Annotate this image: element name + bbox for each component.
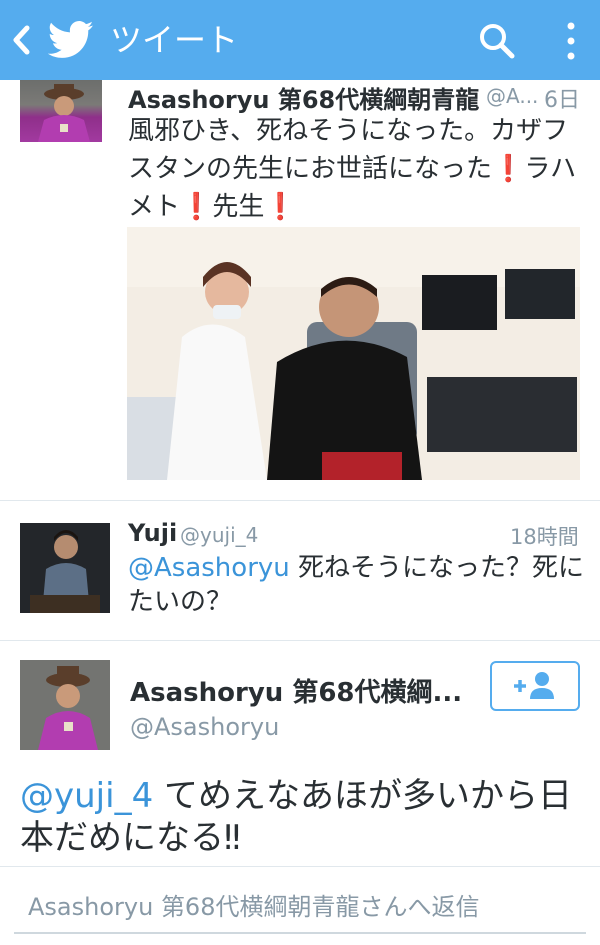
tweet-text: @yuji_4 てめえなあほが多いから日本だめになる‼ — [20, 775, 590, 859]
search-icon[interactable] — [478, 22, 516, 60]
chevron-left-icon[interactable] — [10, 22, 32, 58]
avatar[interactable] — [20, 523, 110, 613]
reply-bar — [14, 884, 586, 934]
tweet-text: @Asashoryu 死ねそうになった？死にたいの？ — [128, 551, 588, 619]
avatar[interactable] — [20, 660, 110, 750]
reply-input[interactable] — [14, 884, 586, 930]
avatar[interactable] — [20, 80, 102, 142]
avatar-image — [38, 84, 90, 142]
tweet-photo[interactable] — [127, 227, 580, 480]
more-vertical-icon[interactable] — [560, 20, 582, 62]
mention-link[interactable]: @Asashoryu — [128, 553, 290, 583]
avatar-image — [20, 660, 110, 750]
tweet-timestamp: 6日 — [544, 88, 580, 113]
top-app-bar: ツイート — [0, 0, 600, 80]
divider — [0, 500, 600, 501]
tweet-author-handle[interactable]: @yuji_4 — [180, 523, 258, 547]
exclamation-emoji: ❗ — [264, 192, 297, 222]
exclamation-emoji: ❗ — [492, 154, 525, 184]
divider — [0, 640, 600, 641]
photo-image — [127, 227, 580, 480]
tweet-author-name[interactable]: Yuji — [128, 519, 177, 547]
follow-button[interactable] — [490, 661, 580, 711]
exclamation-emoji: ❗ — [180, 192, 213, 222]
tweet-author-handle[interactable]: @A... — [486, 84, 538, 108]
tweet-text-part: 先生 — [212, 192, 265, 222]
divider — [0, 866, 600, 867]
avatar-image — [20, 523, 110, 613]
add-user-icon — [514, 672, 554, 699]
tweet-timestamp: 18時間 — [510, 525, 579, 549]
mention-link[interactable]: @yuji_4 — [20, 776, 153, 816]
tweet-text: 風邪ひき、死ねそうになった。カザフスタンの先生にお世話になった❗ラハメト❗先生❗ — [128, 112, 588, 226]
twitter-bird-icon[interactable] — [48, 20, 94, 60]
tweet-author-name[interactable]: Asashoryu 第68代横綱... — [130, 672, 462, 709]
tweet-author-name[interactable]: Asashoryu 第68代横綱朝青龍 — [128, 80, 479, 115]
tweet-author-handle[interactable]: @Asashoryu — [130, 713, 279, 741]
page-title: ツイート — [110, 21, 239, 59]
